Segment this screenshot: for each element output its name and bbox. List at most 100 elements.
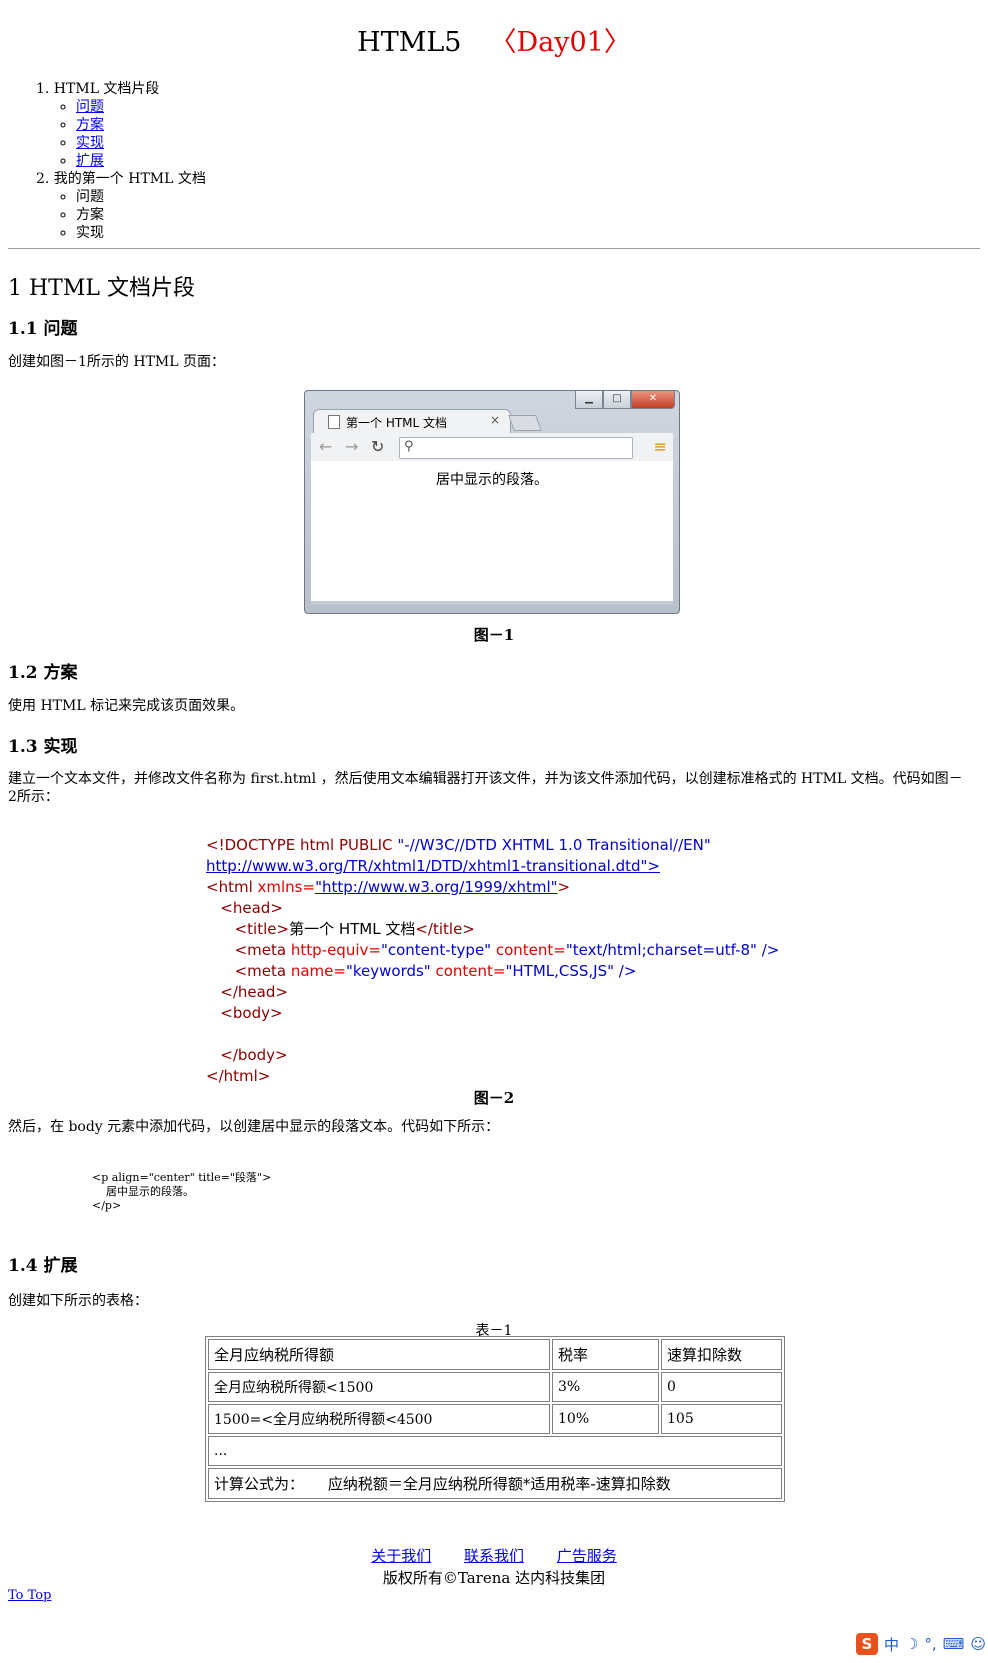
code-token: </head> <box>206 983 288 1001</box>
toc-item-2-label: 2. 我的第一个 HTML 文档 <box>36 171 206 187</box>
code-token: </title> <box>415 920 475 938</box>
page-title: HTML5 〈Day01〉 <box>8 20 980 59</box>
toc-link-plan[interactable]: 方案 <box>76 117 104 133</box>
code-link-dtd[interactable]: http://www.w3.org/TR/xhtml1/DTD/xhtml1-t… <box>206 857 660 875</box>
user-icon[interactable]: ☺ <box>970 1635 986 1653</box>
browser-viewport: 居中显示的段落。 <box>311 461 673 605</box>
code-token: /> <box>614 962 637 980</box>
table-cell: 105 <box>661 1404 782 1434</box>
code-token: <body> <box>206 1004 283 1022</box>
code-token: <title> <box>206 920 290 938</box>
to-top-link[interactable]: To Top <box>8 1588 51 1603</box>
toc-link-impl[interactable]: 实现 <box>76 135 104 151</box>
code-token: http-equiv= <box>290 941 381 959</box>
toc-sub[interactable]: 扩展 <box>76 152 206 170</box>
close-icon: ✕ <box>631 391 675 409</box>
plan-text: 使用 HTML 标记来完成该页面效果。 <box>8 698 245 714</box>
code-token: <head> <box>206 899 283 917</box>
title-text: HTML5 <box>357 27 462 58</box>
table-header-cell: 税率 <box>552 1339 659 1370</box>
subsection-heading-plan: 1.2 方案 <box>8 663 78 683</box>
toc-sub[interactable]: 问题 <box>76 98 206 116</box>
impl-text: 建立一个文本文件，并修改文件名称为 first.html ，然后使用文本编辑器打… <box>8 771 963 805</box>
table-of-contents: 1. HTML 文档片段 问题 方案 实现 扩展 2. 我的第一个 HTML 文… <box>22 80 206 242</box>
toc-sub-text: 方案 <box>76 206 206 224</box>
sogou-logo-icon: S <box>855 1633 878 1655</box>
code-token: <meta <box>206 941 291 959</box>
code-token: <meta <box>206 962 291 980</box>
table-row: 全月应纳税所得额<1500 3% 0 <box>208 1372 782 1402</box>
document-icon <box>328 415 340 429</box>
table-row: 1500=<全月应纳税所得额<4500 10% 105 <box>208 1404 782 1434</box>
code-token: /> <box>756 941 780 959</box>
keyboard-icon[interactable]: ⌨ <box>943 1635 965 1653</box>
extend-text: 创建如下所示的表格： <box>8 1293 148 1309</box>
minimize-icon: ▁ <box>575 391 603 409</box>
toc-sub-text: 实现 <box>76 224 206 242</box>
table-row: 计算公式为： 应纳税额＝全月应纳税所得额*适用税率-速算扣除数 <box>208 1468 782 1499</box>
toc-sub[interactable]: 方案 <box>76 116 206 134</box>
subsection-heading-impl: 1.3 实现 <box>8 737 78 757</box>
table-cell: 10% <box>552 1404 659 1434</box>
code-token: "-//W3C//DTD XHTML 1.0 Transitional//EN" <box>397 836 711 854</box>
subsection-heading-problem: 1.1 问题 <box>8 319 78 339</box>
code-token: <!DOCTYPE html PUBLIC <box>206 836 398 854</box>
toc-item-1: 1. HTML 文档片段 问题 方案 实现 扩展 <box>36 80 206 170</box>
forward-icon: → <box>345 437 359 456</box>
table-ellipsis-cell: ... <box>208 1436 782 1466</box>
problem-text: 创建如图－1所示的 HTML 页面： <box>8 354 225 370</box>
toc-sub-text: 问题 <box>76 188 206 206</box>
code-token: </html> <box>206 1067 271 1085</box>
browser-tab: 第一个 HTML 文档 × <box>313 409 511 434</box>
title-day: 〈Day01〉 <box>489 27 631 58</box>
code-token: xmlns= <box>257 878 316 896</box>
subsection-heading-extend: 1.4 扩展 <box>8 1256 78 1276</box>
footer-links: 关于我们 联系我们 广告服务 <box>8 1545 980 1567</box>
figure-1-caption: 图－1 <box>473 626 515 644</box>
divider <box>8 248 980 249</box>
table-cell: 全月应纳税所得额<1500 <box>208 1372 550 1402</box>
footer-link-ads[interactable]: 广告服务 <box>557 1547 617 1565</box>
table-cell: 3% <box>552 1372 659 1402</box>
ime-mode[interactable]: 中 <box>884 1634 899 1655</box>
table-cell: 1500=<全月应纳税所得额<4500 <box>208 1404 550 1434</box>
code-token: > <box>557 878 571 896</box>
tab-close-icon: × <box>489 413 500 427</box>
table-formula-cell: 计算公式为： 应纳税额＝全月应纳税所得额*适用税率-速算扣除数 <box>208 1468 782 1499</box>
reload-icon: ↻ <box>371 437 385 456</box>
footer-link-contact[interactable]: 联系我们 <box>464 1547 524 1565</box>
code-token: content= <box>430 962 506 980</box>
figure-2-code: <!DOCTYPE html PUBLIC "-//W3C//DTD XHTML… <box>206 835 779 1087</box>
code-token: content= <box>491 941 566 959</box>
copyright: 版权所有©Tarena 达内科技集团 <box>382 1569 606 1587</box>
punctuation-icon[interactable]: °, <box>924 1635 936 1653</box>
back-icon: ← <box>319 437 333 456</box>
table-header-cell: 全月应纳税所得额 <box>208 1339 550 1370</box>
maximize-icon: □ <box>603 391 631 409</box>
code-token: "content-type" <box>380 941 492 959</box>
toc-link-problem[interactable]: 问题 <box>76 99 104 115</box>
moon-icon[interactable]: ☽ <box>905 1635 918 1653</box>
footer: 关于我们 联系我们 广告服务 版权所有©Tarena 达内科技集团 <box>8 1545 980 1589</box>
table-cell: 0 <box>661 1372 782 1402</box>
toc-item-2: 2. 我的第一个 HTML 文档 问题 方案 实现 <box>36 170 206 242</box>
toc-link-extend[interactable]: 扩展 <box>76 153 104 169</box>
code-token: <html <box>206 878 258 896</box>
browser-toolbar: ← → ↻ ⚲ ≡ <box>311 433 673 461</box>
table-row: ... <box>208 1436 782 1466</box>
code-token: "text/html;charset=utf-8" <box>565 941 757 959</box>
toc-sub[interactable]: 实现 <box>76 134 206 152</box>
address-bar: ⚲ <box>399 437 633 459</box>
ime-toolbar[interactable]: S 中 ☽ °, ⌨ ☺ <box>855 1633 986 1655</box>
code-link-xmlns[interactable]: "http://www.w3.org/1999/xhtml" <box>315 878 557 896</box>
table-header-row: 全月应纳税所得额 税率 速算扣除数 <box>208 1339 782 1370</box>
viewport-paragraph: 居中显示的段落。 <box>436 472 548 488</box>
figure-2-caption: 图－2 <box>473 1089 515 1107</box>
footer-link-about[interactable]: 关于我们 <box>371 1547 431 1565</box>
tab-title: 第一个 HTML 文档 <box>346 416 448 430</box>
section-heading: 1 HTML 文档片段 <box>8 276 195 301</box>
code-token: 第一个 HTML 文档 <box>289 920 416 938</box>
table-header-cell: 速算扣除数 <box>661 1339 782 1370</box>
code-token: name= <box>290 962 346 980</box>
code-token: </body> <box>206 1046 288 1064</box>
